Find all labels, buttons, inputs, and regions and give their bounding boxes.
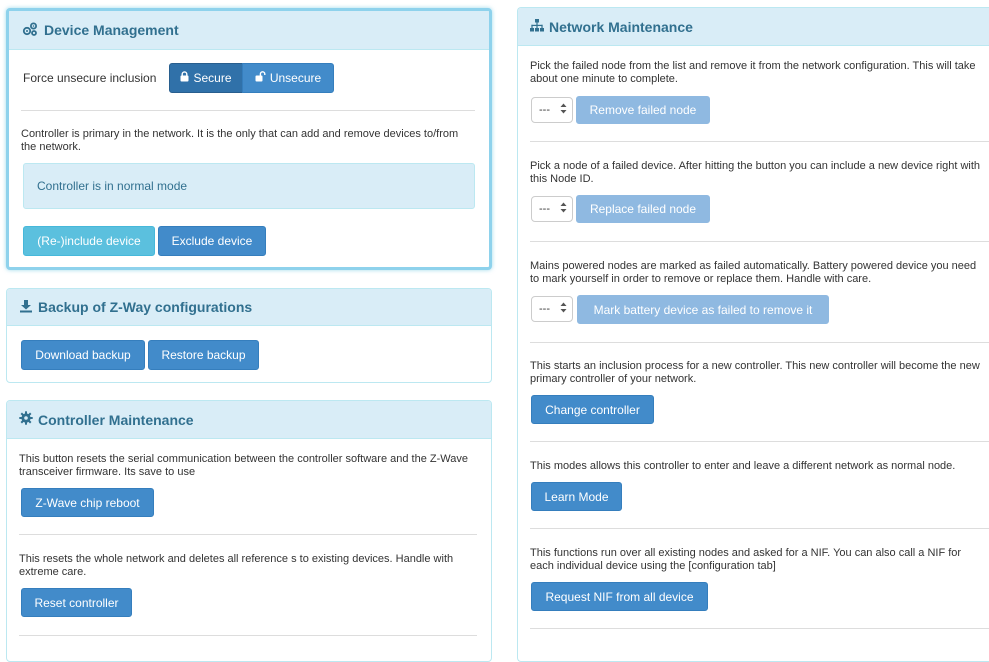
reset-controller-button[interactable]: Reset controller: [21, 588, 132, 617]
secure-label: Secure: [193, 71, 232, 85]
remove-node-select[interactable]: ---: [531, 97, 573, 123]
zwave-chip-reboot-button[interactable]: Z-Wave chip reboot: [21, 488, 154, 517]
select-arrows-icon: [560, 103, 567, 117]
device-management-divider: [21, 110, 475, 111]
controller-maintenance-divider-1: [19, 534, 477, 535]
controller-maintenance-panel: Controller Maintenance This button reset…: [6, 400, 492, 662]
change-controller-button[interactable]: Change controller: [531, 395, 654, 424]
controller-mode-alert: Controller is in normal mode: [23, 163, 475, 209]
network-maintenance-heading: Network Maintenance: [518, 8, 989, 46]
replace-failed-node-button[interactable]: Replace failed node: [576, 195, 710, 223]
network-divider-4: [530, 441, 989, 442]
replace-failed-text: Pick a node of a failed device. After hi…: [530, 160, 981, 185]
gears-icon: [21, 21, 39, 40]
request-nif-text: This functions run over all existing nod…: [530, 547, 962, 572]
remove-node-select-value: ---: [539, 104, 550, 116]
remove-failed-node-button[interactable]: Remove failed node: [576, 96, 710, 124]
replace-node-select[interactable]: ---: [531, 196, 573, 222]
controller-maintenance-title: Controller Maintenance: [38, 411, 194, 428]
network-maintenance-panel: Network Maintenance Pick the failed node…: [517, 7, 989, 662]
serial-reset-text: This button resets the serial communicat…: [19, 453, 468, 478]
include-device-button[interactable]: (Re-)include device: [23, 226, 155, 256]
controller-primary-text: Controller is primary in the network. It…: [21, 128, 459, 153]
battery-node-select[interactable]: ---: [531, 296, 573, 322]
mark-battery-failed-button[interactable]: Mark battery device as failed to remove …: [577, 295, 829, 324]
network-divider-5: [530, 528, 989, 529]
network-maintenance-title: Network Maintenance: [549, 18, 693, 35]
select-arrows-icon: [560, 302, 567, 316]
controller-maintenance-divider-2: [19, 635, 477, 636]
sitemap-icon: [530, 18, 544, 35]
remove-failed-text: Pick the failed node from the list and r…: [530, 60, 976, 85]
network-divider-1: [530, 141, 989, 142]
unsecure-label: Unsecure: [269, 71, 322, 85]
device-management-panel: Device Management Force unsecure inclusi…: [6, 8, 492, 270]
force-unsecure-label: Force unsecure inclusion: [23, 71, 157, 85]
network-reset-text: This resets the whole network and delete…: [19, 553, 454, 578]
learn-mode-button[interactable]: Learn Mode: [531, 482, 622, 511]
controller-maintenance-heading: Controller Maintenance: [7, 401, 491, 439]
secure-button[interactable]: Secure: [169, 63, 243, 93]
battery-failed-text: Mains powered nodes are marked as failed…: [530, 260, 977, 285]
device-management-heading: Device Management: [9, 11, 489, 50]
exclude-device-button[interactable]: Exclude device: [158, 226, 266, 256]
network-divider-3: [530, 342, 989, 343]
learn-mode-text: This modes allows this controller to ent…: [530, 460, 956, 472]
battery-node-select-value: ---: [539, 303, 550, 315]
network-divider-6: [530, 628, 989, 629]
select-arrows-icon: [560, 202, 567, 216]
unlock-icon: [255, 71, 266, 85]
request-nif-button[interactable]: Request NIF from all device: [531, 582, 708, 611]
download-icon: [19, 299, 33, 316]
change-controller-text: This starts an inclusion process for a n…: [530, 360, 980, 385]
gear-icon: [19, 411, 33, 428]
network-divider-2: [530, 241, 989, 242]
lock-icon: [180, 71, 189, 85]
download-backup-button[interactable]: Download backup: [21, 340, 145, 370]
backup-heading: Backup of Z-Way configurations: [7, 289, 491, 326]
unsecure-button[interactable]: Unsecure: [242, 63, 334, 93]
backup-panel: Backup of Z-Way configurations Download …: [6, 288, 492, 383]
replace-node-select-value: ---: [539, 203, 550, 215]
device-management-title: Device Management: [44, 22, 179, 38]
backup-title: Backup of Z-Way configurations: [38, 299, 253, 315]
restore-backup-button[interactable]: Restore backup: [148, 340, 259, 370]
